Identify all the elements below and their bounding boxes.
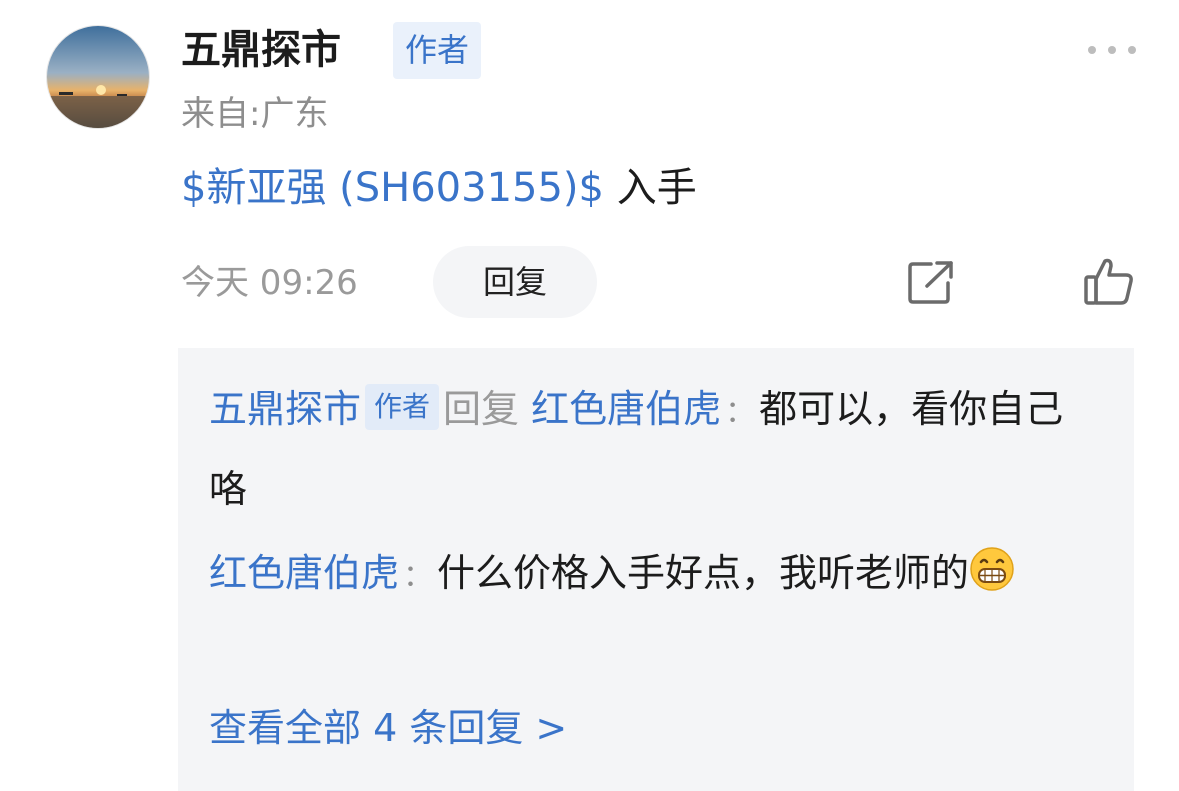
comment-card: 五鼎探市 作者 来自:广东 $新亚强 (SH603155)$ 入手 今天 09:… — [0, 0, 1179, 791]
reply-item[interactable]: 红色唐伯虎：什么价格入手好点，我听老师的 — [209, 535, 1089, 615]
reply-author[interactable]: 五鼎探市 — [209, 387, 361, 431]
post-text: 入手 — [604, 165, 697, 211]
share-icon[interactable] — [905, 259, 957, 307]
reply-word: 回复 — [443, 387, 520, 431]
location-text: 来自:广东 — [181, 94, 329, 134]
reply-text: 什么价格入手好点，我听老师的 — [437, 551, 970, 595]
author-badge: 作者 — [393, 22, 481, 79]
stock-link[interactable]: $新亚强 (SH603155)$ — [181, 165, 604, 211]
more-icon[interactable] — [1088, 40, 1136, 60]
reply-target[interactable]: 红色唐伯虎 — [531, 387, 721, 431]
author-badge: 作者 — [365, 384, 440, 430]
username[interactable]: 五鼎探市 — [181, 22, 341, 78]
timestamp: 今天 09:26 — [181, 263, 358, 303]
grin-emoji — [969, 541, 1015, 591]
reply-item[interactable]: 五鼎探市 作者 回复 红色唐伯虎：都可以，看你自己咯 — [209, 371, 1089, 527]
reply-button[interactable]: 回复 — [433, 246, 597, 318]
reply-colon: ： — [725, 395, 756, 430]
reply-colon: ： — [403, 559, 434, 594]
view-all-replies-link[interactable]: 查看全部 4 条回复 > — [209, 698, 567, 758]
post-content: $新亚强 (SH603155)$ 入手 — [181, 160, 697, 216]
avatar[interactable] — [46, 25, 150, 129]
reply-author[interactable]: 红色唐伯虎 — [209, 551, 399, 595]
thumbs-up-icon[interactable] — [1083, 256, 1135, 306]
